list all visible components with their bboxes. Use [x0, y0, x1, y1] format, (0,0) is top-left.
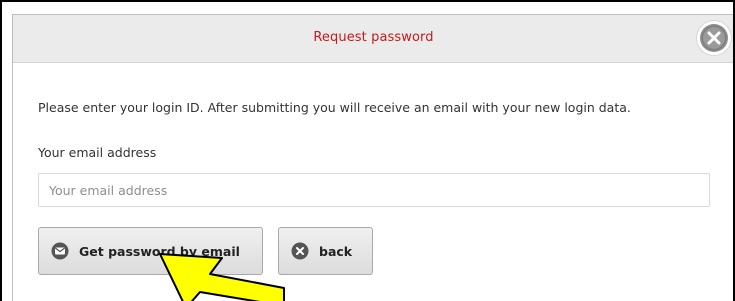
close-circle-icon [291, 242, 309, 260]
pointer-arrow-icon [159, 253, 285, 301]
screenshot-frame: Request password Please enter your login… [0, 0, 735, 301]
envelope-icon [51, 242, 69, 260]
back-label: back [319, 243, 353, 259]
email-input[interactable] [38, 173, 710, 207]
dialog-title: Request password [313, 30, 434, 45]
close-circle-icon [700, 24, 728, 52]
email-label: Your email address [38, 145, 157, 160]
request-password-dialog: Request password Please enter your login… [12, 14, 733, 301]
close-button[interactable] [697, 21, 731, 55]
intro-text: Please enter your login ID. After submit… [38, 100, 631, 115]
back-button[interactable]: back [278, 227, 373, 275]
dialog-titlebar: Request password [13, 15, 733, 63]
